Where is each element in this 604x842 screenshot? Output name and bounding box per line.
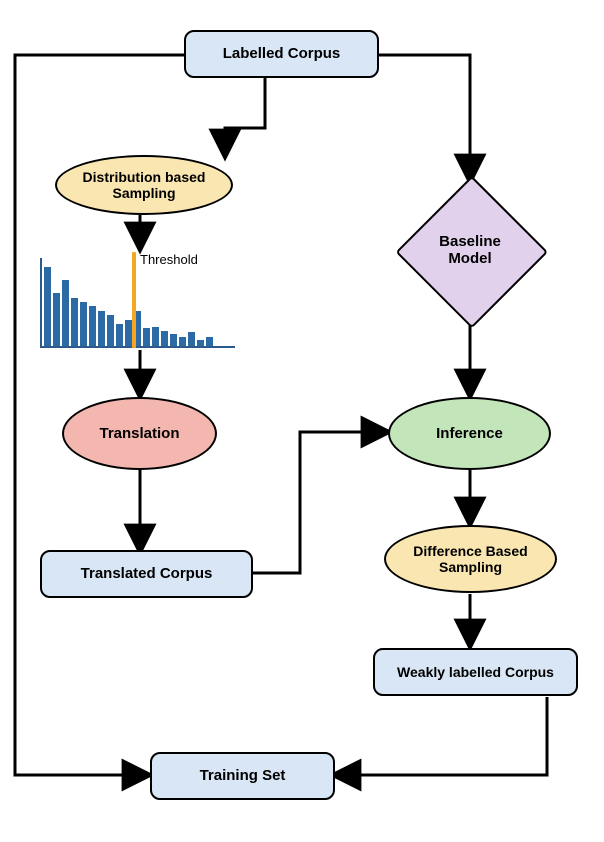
histogram-bar <box>161 331 168 346</box>
threshold-label: Threshold <box>140 252 198 267</box>
label-line2: Sampling <box>112 185 175 201</box>
histogram-bar <box>152 327 159 346</box>
histogram-bar <box>143 328 150 346</box>
histogram-bar <box>44 267 51 346</box>
histogram-bar <box>188 332 195 346</box>
histogram-bar <box>197 340 204 346</box>
label-line2: Sampling <box>439 559 502 575</box>
label-line2: Model <box>448 250 491 267</box>
threshold-line <box>132 252 136 348</box>
histogram-bar <box>71 298 78 346</box>
node-translated-corpus: Translated Corpus <box>40 550 253 598</box>
histogram-chart <box>40 258 235 348</box>
node-weakly-labelled-corpus: Weakly labelled Corpus <box>373 648 578 696</box>
node-difference-sampling: Difference Based Sampling <box>384 525 557 593</box>
histogram-bar <box>179 337 186 346</box>
histogram-bar <box>98 311 105 346</box>
label: Inference <box>436 425 503 442</box>
node-training-set: Training Set <box>150 752 335 800</box>
node-labelled-corpus: Labelled Corpus <box>184 30 379 78</box>
label-line1: Baseline <box>439 233 501 250</box>
histogram-bar <box>89 306 96 346</box>
node-distribution-sampling: Distribution based Sampling <box>55 155 233 215</box>
histogram-bar <box>80 302 87 346</box>
label: Translated Corpus <box>81 565 213 582</box>
histogram-bar <box>125 320 132 346</box>
node-translation: Translation <box>62 397 217 470</box>
histogram-bar <box>170 334 177 346</box>
label-line1: Difference Based <box>413 543 527 559</box>
label: Weakly labelled Corpus <box>397 664 554 680</box>
histogram-bar <box>206 337 213 346</box>
histogram-bar <box>107 315 114 346</box>
node-baseline-model: Baseline Model <box>400 180 540 320</box>
node-inference: Inference <box>388 397 551 470</box>
histogram-bar <box>53 293 60 346</box>
label-line1: Distribution based <box>83 169 206 185</box>
label: Translation <box>99 425 179 442</box>
label: Training Set <box>200 767 286 784</box>
label: Labelled Corpus <box>223 45 341 62</box>
histogram-bar <box>62 280 69 346</box>
histogram-bar <box>116 324 123 346</box>
